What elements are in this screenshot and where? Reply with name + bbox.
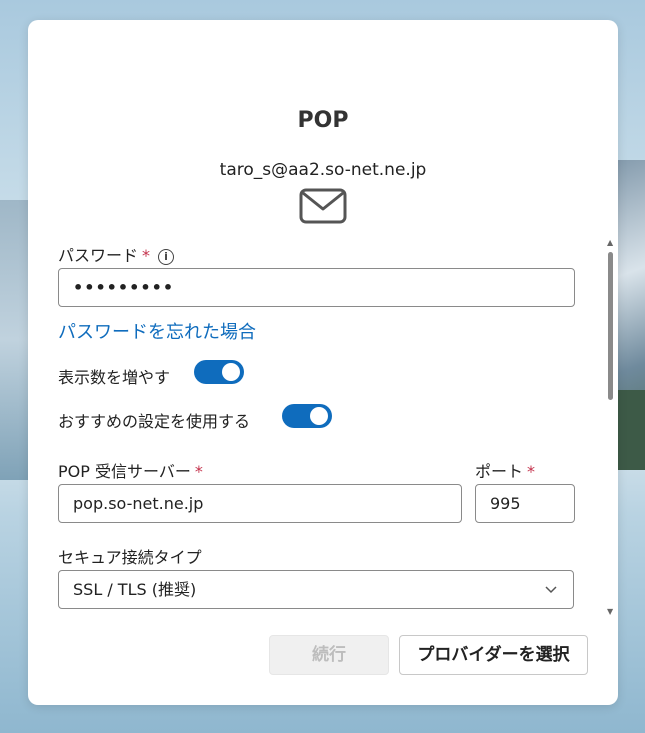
envelope-icon bbox=[299, 188, 347, 224]
scroll-down-arrow[interactable]: ▼ bbox=[607, 607, 613, 616]
required-mark: * bbox=[527, 462, 536, 481]
chevron-down-icon bbox=[545, 586, 557, 594]
secure-connection-select[interactable]: SSL / TLS (推奨) bbox=[58, 570, 574, 609]
more-items-toggle[interactable] bbox=[194, 360, 244, 384]
forgot-password-link[interactable]: パスワードを忘れた場合 bbox=[58, 318, 256, 344]
pop-server-label-text: POP 受信サーバー bbox=[58, 462, 191, 481]
secure-connection-value: SSL / TLS (推奨) bbox=[73, 580, 197, 599]
dialog-title: POP bbox=[297, 108, 349, 133]
port-label: ポート * bbox=[475, 458, 535, 482]
port-field[interactable]: 995 bbox=[475, 484, 575, 523]
scrollbar[interactable]: ▲ ▼ bbox=[606, 238, 616, 616]
recommended-settings-toggle[interactable] bbox=[282, 404, 332, 428]
pop-server-field[interactable]: pop.so-net.ne.jp bbox=[58, 484, 462, 523]
background-left-scenery bbox=[0, 200, 30, 480]
toggle-label-recommended: おすすめの設定を使用する bbox=[58, 412, 251, 431]
password-label: パスワード * i bbox=[58, 242, 175, 266]
password-field[interactable]: ••••••••• bbox=[58, 268, 575, 307]
scroll-thumb[interactable] bbox=[608, 252, 613, 400]
password-label-text: パスワード bbox=[58, 246, 139, 265]
scroll-up-arrow[interactable]: ▲ bbox=[607, 238, 613, 247]
toggle-knob bbox=[310, 407, 328, 425]
port-label-text: ポート bbox=[475, 462, 524, 481]
info-icon[interactable]: i bbox=[158, 249, 175, 265]
secure-connection-label: セキュア接続タイプ bbox=[58, 548, 202, 567]
pop-server-label: POP 受信サーバー * bbox=[58, 458, 203, 482]
required-mark: * bbox=[142, 246, 151, 265]
pop-account-dialog: POP taro_s@aa2.so-net.ne.jp パスワード * i ••••… bbox=[28, 20, 618, 705]
continue-button[interactable]: 続行 bbox=[269, 635, 389, 675]
required-mark: * bbox=[194, 462, 203, 481]
account-email: taro_s@aa2.so-net.ne.jp bbox=[219, 160, 427, 180]
settings-form: パスワード * i ••••••••• パスワードを忘れた場合 表示数を増やす おす… bbox=[58, 238, 583, 616]
password-value: ••••••••• bbox=[73, 278, 175, 297]
toggle-label-more-items: 表示数を増やす bbox=[58, 368, 171, 387]
choose-provider-button[interactable]: プロバイダーを選択 bbox=[399, 635, 588, 675]
toggle-knob bbox=[222, 363, 240, 381]
